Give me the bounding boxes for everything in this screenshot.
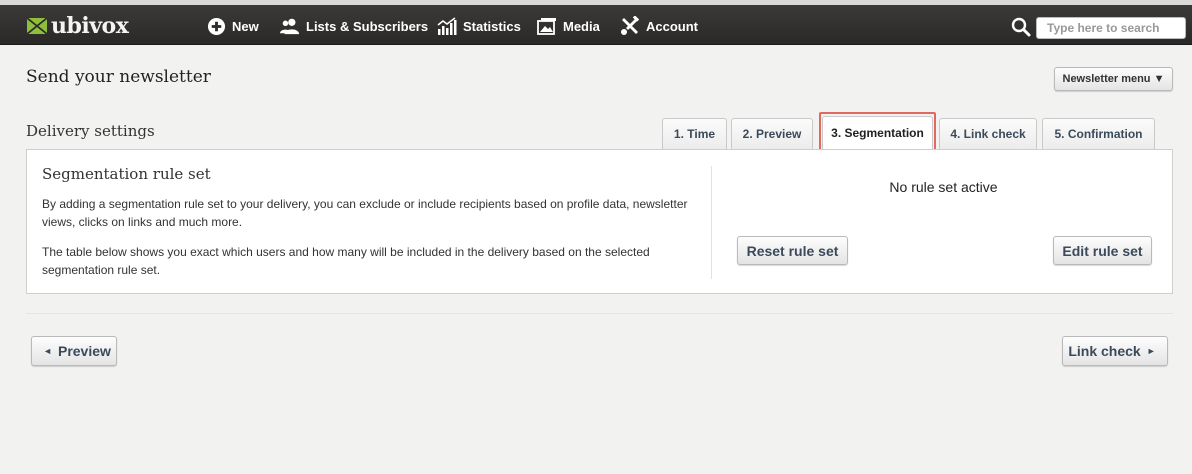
previous-step-label: Preview [57, 343, 111, 359]
image-gallery-icon [537, 16, 557, 36]
nav-media-label: Media [563, 18, 600, 34]
tab-confirmation[interactable]: 5. Confirmation [1042, 118, 1155, 149]
next-step-label: Link check [1068, 343, 1141, 359]
segmentation-title: Segmentation rule set [42, 165, 211, 183]
page-title: Send your newsletter [26, 67, 211, 87]
rule-set-status: No rule set active [889, 179, 998, 195]
bar-chart-icon [437, 16, 457, 36]
search-icon[interactable] [1011, 17, 1031, 37]
logo-text: ubivox [51, 13, 129, 39]
newsletter-menu-button[interactable]: Newsletter menu ▼ [1054, 67, 1173, 91]
envelope-logo-icon [27, 18, 47, 34]
nav-account[interactable]: Account [620, 14, 698, 38]
nav-account-label: Account [646, 18, 698, 34]
section-divider [26, 313, 1173, 314]
users-icon [280, 16, 300, 36]
nav-new-label: New [232, 18, 259, 34]
tab-time[interactable]: 1. Time [662, 118, 727, 149]
panel-divider [711, 166, 712, 279]
previous-step-button[interactable]: ◄ Preview [31, 336, 117, 366]
right-arrow-icon: ► [1146, 346, 1156, 356]
ubivox-logo[interactable]: ubivox [27, 12, 129, 40]
plus-circle-icon [206, 16, 226, 36]
segmentation-description: By adding a segmentation rule set to you… [42, 197, 688, 229]
nav-media[interactable]: Media [537, 14, 600, 38]
nav-new[interactable]: New [206, 14, 259, 38]
tab-segmentation[interactable]: 3. Segmentation [822, 116, 933, 149]
tools-icon [620, 16, 640, 36]
segmentation-panel: Segmentation rule set By adding a segmen… [26, 149, 1173, 294]
segmentation-table-note: The table below shows you exact which us… [42, 245, 650, 277]
next-step-button[interactable]: Link check ► [1062, 336, 1168, 366]
nav-statistics[interactable]: Statistics [437, 14, 521, 38]
reset-rule-set-button[interactable]: Reset rule set [737, 236, 848, 265]
edit-rule-set-button[interactable]: Edit rule set [1053, 236, 1152, 265]
search-input[interactable] [1036, 17, 1186, 39]
nav-lists-label: Lists & Subscribers [306, 18, 429, 34]
left-arrow-icon: ◄ [43, 346, 52, 356]
nav-statistics-label: Statistics [463, 18, 521, 34]
nav-lists-subscribers[interactable]: Lists & Subscribers [280, 14, 428, 38]
tab-link-check[interactable]: 4. Link check [939, 118, 1037, 149]
tab-preview[interactable]: 2. Preview [731, 118, 813, 149]
top-navbar: ubivox New Lists & Subscribers Statistic… [0, 5, 1192, 45]
delivery-settings-heading: Delivery settings [26, 122, 155, 140]
